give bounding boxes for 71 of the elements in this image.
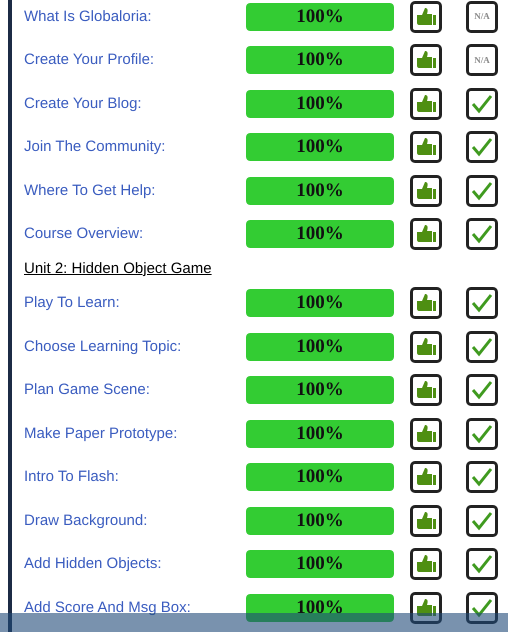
check-icon xyxy=(471,224,493,244)
check-icon xyxy=(471,467,493,488)
check-icon xyxy=(471,554,493,574)
lesson-link[interactable]: Create Your Blog: xyxy=(24,92,246,115)
progress-reading: 100% xyxy=(295,508,345,532)
section-heading: Unit 2: Hidden Object Game xyxy=(24,258,212,278)
thumbs-up-icon xyxy=(415,180,437,201)
lesson-link[interactable]: Make Paper Prototype: xyxy=(24,422,246,445)
thumbs-up-icon xyxy=(415,94,437,114)
thumbs-up-button[interactable] xyxy=(410,548,442,580)
check-icon xyxy=(471,180,493,201)
status-label: N/A xyxy=(474,12,490,22)
progress-reading: 100% xyxy=(295,222,345,246)
progress-reading: 100% xyxy=(295,135,345,159)
progress-reading: 100% xyxy=(295,596,345,620)
check-icon xyxy=(471,598,493,618)
thumbs-up-icon xyxy=(415,336,437,357)
lesson-link[interactable]: Draw Background: xyxy=(24,510,246,532)
thumbs-up-icon xyxy=(415,467,437,488)
lesson-link[interactable]: Join The Community: xyxy=(24,136,246,158)
thumbs-up-button[interactable] xyxy=(410,218,442,250)
progress-reading: 100% xyxy=(295,378,345,402)
thumbs-up-button[interactable] xyxy=(410,461,442,494)
lesson-link[interactable]: Play To Learn: xyxy=(24,292,246,314)
progress-reading: 100% xyxy=(295,48,345,72)
lesson-link[interactable]: Add Score And Msg Box: xyxy=(24,596,246,619)
thumbs-up-button[interactable] xyxy=(410,0,442,33)
progress-reading: 100% xyxy=(295,92,345,116)
thumbs-up-button[interactable] xyxy=(410,592,442,624)
thumbs-up-icon xyxy=(415,598,437,618)
thumbs-up-icon xyxy=(415,293,437,314)
progress-reading: 100% xyxy=(295,465,345,489)
lesson-link[interactable]: Create Your Profile: xyxy=(24,49,246,72)
check-icon xyxy=(471,293,493,314)
check-icon xyxy=(471,336,493,357)
thumbs-up-icon xyxy=(415,510,437,531)
progress-reading: 100% xyxy=(295,552,345,576)
thumbs-up-icon xyxy=(415,554,437,574)
check-icon xyxy=(471,510,493,531)
thumbs-up-button[interactable] xyxy=(410,88,442,120)
lesson-link[interactable]: Course Overview: xyxy=(24,223,246,246)
thumbs-up-button[interactable] xyxy=(410,287,442,320)
lesson-link[interactable]: Intro To Flash: xyxy=(24,466,246,488)
thumbs-up-button[interactable] xyxy=(410,131,442,164)
thumbs-up-icon xyxy=(415,424,437,444)
lesson-link[interactable]: Choose Learning Topic: xyxy=(24,336,246,358)
check-icon xyxy=(471,424,493,444)
thumbs-up-icon xyxy=(415,137,437,158)
status-label: N/A xyxy=(474,56,490,65)
lesson-link[interactable]: Plan Game Scene: xyxy=(24,379,246,402)
thumbs-up-button[interactable] xyxy=(410,504,442,537)
lesson-link[interactable]: Add Hidden Objects: xyxy=(24,553,246,576)
lesson-link[interactable]: What Is Globaloria: xyxy=(24,6,246,28)
thumbs-up-icon xyxy=(415,380,437,400)
check-icon xyxy=(471,94,493,114)
thumbs-up-button[interactable] xyxy=(410,174,442,207)
thumbs-up-button[interactable] xyxy=(410,330,442,363)
thumbs-up-button[interactable] xyxy=(410,418,442,450)
thumbs-up-button[interactable] xyxy=(410,44,442,76)
check-icon xyxy=(471,380,493,400)
progress-reading: 100% xyxy=(295,291,345,315)
progress-reading: 100% xyxy=(295,4,345,28)
lesson-link[interactable]: Where To Get Help: xyxy=(24,180,246,202)
thumbs-up-button[interactable] xyxy=(410,374,442,406)
progress-reading: 100% xyxy=(295,422,345,446)
thumbs-up-icon xyxy=(415,50,437,70)
thumbs-up-icon xyxy=(415,6,437,27)
check-icon xyxy=(471,137,493,158)
progress-reading: 100% xyxy=(295,334,345,358)
progress-reading: 100% xyxy=(295,178,345,202)
thumbs-up-icon xyxy=(415,224,437,244)
